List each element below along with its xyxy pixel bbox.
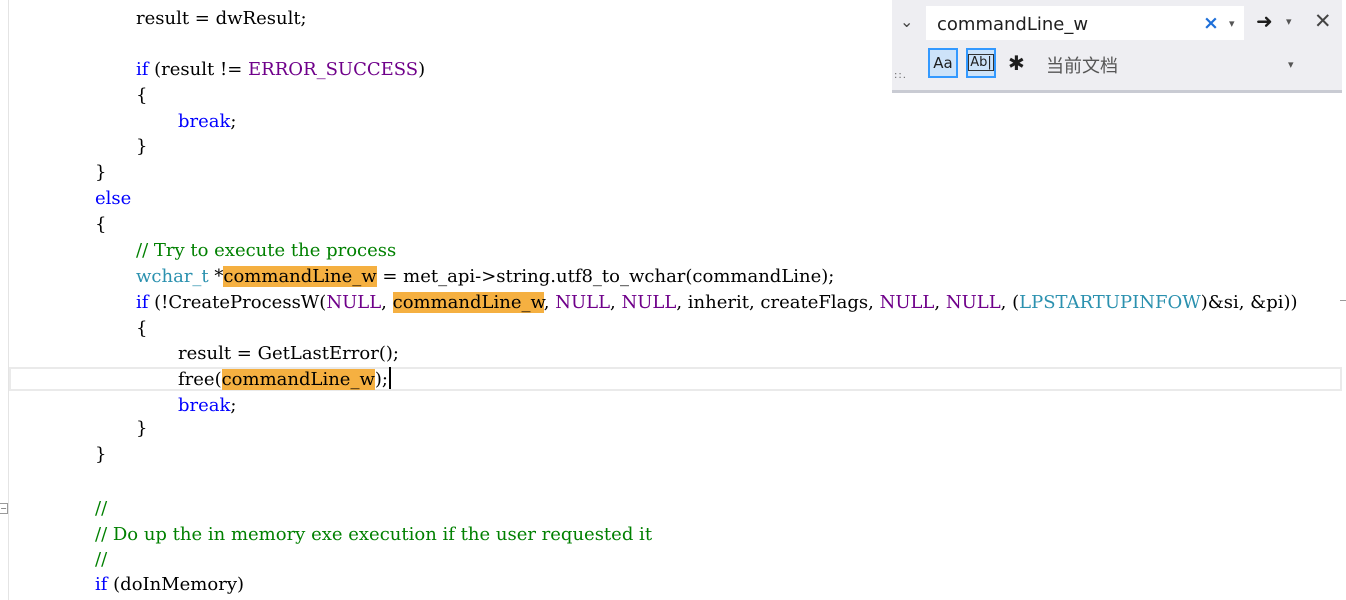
search-match: commandLine_w [223,266,377,287]
code-line: break; [178,395,237,416]
code-line: if (doInMemory) [95,574,245,595]
regex-icon[interactable]: ✱ [1008,51,1025,75]
code-line: } [95,162,107,183]
code-line: result = GetLastError(); [178,343,399,364]
text-caret [388,367,391,389]
code-line: } [136,418,148,439]
search-match-current: commandLine_w [221,369,375,390]
code-line: // [95,498,108,519]
code-line: break; [178,111,237,132]
match-case-button[interactable]: Aa [928,48,958,78]
code-line: free(commandLine_w); [178,367,391,393]
scroll-marker [1340,300,1346,315]
code-line: result = dwResult; [136,8,307,29]
search-history-dropdown-icon[interactable]: ▾ [1229,17,1235,30]
collapse-icon[interactable]: − [0,503,8,514]
whole-word-button[interactable]: Ab| [966,48,996,78]
code-line: wchar_t *commandLine_w = met_api->string… [136,266,835,287]
code-line: { [136,85,148,106]
resize-grip-icon[interactable]: ::. [894,70,907,81]
find-next-icon[interactable]: ➜ [1256,9,1273,33]
code-line: // Try to execute the process [136,240,397,261]
code-line: else [95,188,132,209]
search-scope-select[interactable]: 当前文档 [1046,52,1118,78]
code-line: { [95,214,107,235]
find-panel: ⌄ commandLine_w × ▾ ➜ ▾ ✕ ::. Aa Ab| ✱ 当… [892,0,1342,93]
search-match: commandLine_w [392,292,544,313]
search-input-text[interactable]: commandLine_w [937,14,1088,35]
code-line: // [95,549,108,570]
clear-search-icon[interactable]: × [1203,12,1219,34]
code-line: // Do up the in memory exe execution if … [95,524,653,545]
close-icon[interactable]: ✕ [1314,9,1332,33]
code-line: { [136,318,148,339]
code-line: } [95,444,107,465]
code-line: if (result != ERROR_SUCCESS) [136,59,426,80]
toggle-replace-chevron-icon[interactable]: ⌄ [900,12,913,31]
scope-dropdown-icon[interactable]: ▾ [1288,58,1294,71]
search-input[interactable]: commandLine_w × ▾ [926,6,1244,40]
find-next-dropdown-icon[interactable]: ▾ [1286,15,1292,28]
code-line: if (!CreateProcessW(NULL, commandLine_w,… [136,292,1298,313]
code-line: } [136,136,148,157]
